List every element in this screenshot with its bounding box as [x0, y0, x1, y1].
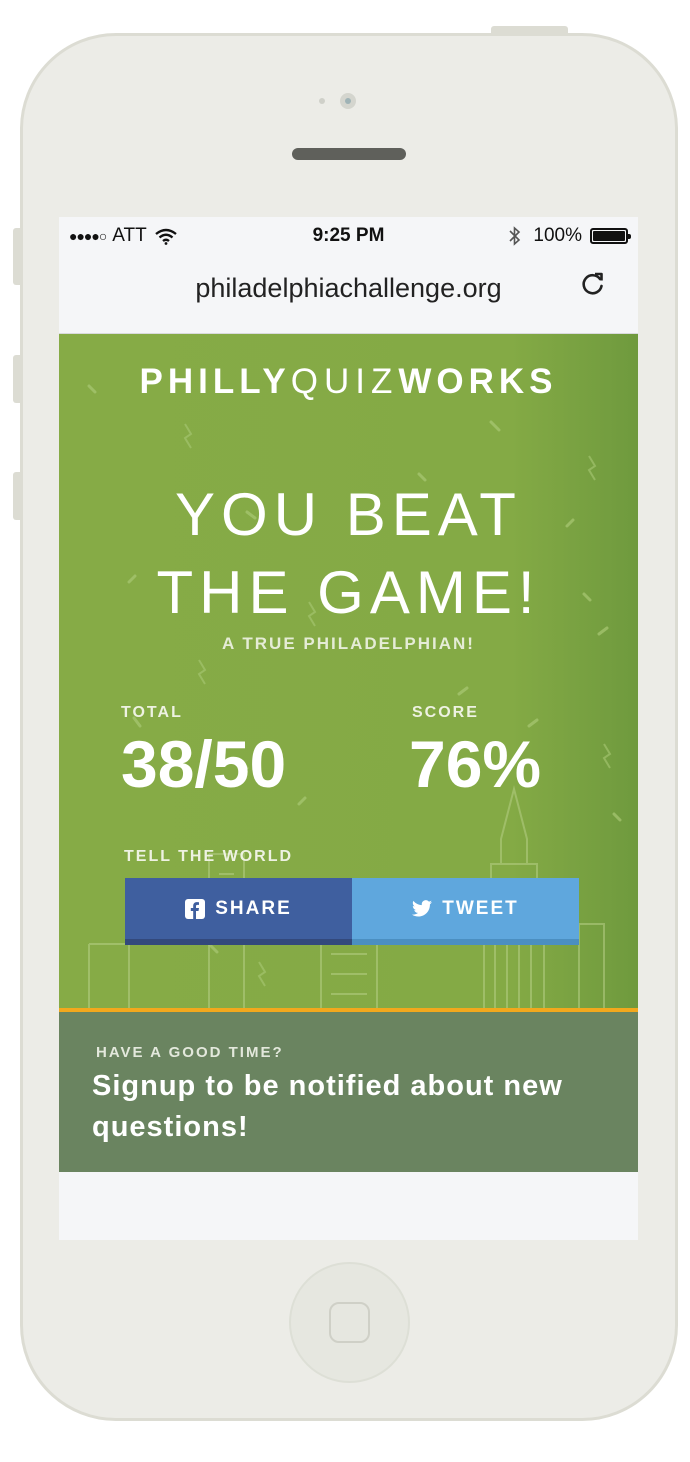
- share-label: SHARE: [215, 897, 292, 919]
- logo-quiz: QUIZ: [290, 362, 399, 401]
- url-text[interactable]: philadelphiachallenge.org: [59, 273, 638, 304]
- total-value: 38/50: [121, 727, 287, 801]
- signup-kicker: HAVE A GOOD TIME?: [96, 1044, 284, 1061]
- score-value: 76%: [409, 727, 542, 801]
- browser-address-bar[interactable]: philadelphiachallenge.org: [59, 255, 638, 334]
- tell-the-world-label: TELL THE WORLD: [124, 848, 294, 865]
- battery-percent: 100%: [533, 225, 582, 246]
- proximity-sensor: [319, 98, 325, 104]
- bluetooth-icon: [509, 226, 521, 246]
- reload-icon[interactable]: [580, 271, 606, 297]
- headline-line-2: THE GAME!: [156, 559, 541, 626]
- power-button: [491, 26, 568, 35]
- total-label: TOTAL: [121, 704, 183, 721]
- battery-level: [593, 231, 625, 241]
- home-button[interactable]: [289, 1262, 410, 1383]
- tweet-label: TWEET: [442, 897, 519, 919]
- signup-link-text[interactable]: Signup to be notified about new question…: [92, 1066, 612, 1148]
- front-camera: [340, 93, 356, 109]
- result-headline: YOU BEAT THE GAME!: [59, 476, 638, 632]
- signup-banner[interactable]: HAVE A GOOD TIME? Signup to be notified …: [59, 1012, 638, 1172]
- logo-works: WORKS: [398, 362, 558, 401]
- facebook-share-button[interactable]: SHARE: [125, 878, 352, 945]
- volume-down-button: [13, 472, 22, 520]
- result-subtitle: A TRUE PHILADELPHIAN!: [222, 634, 475, 653]
- twitter-tweet-button[interactable]: TWEET: [352, 878, 579, 945]
- results-panel: PHILLYQUIZWORKS YOU BEAT THE GAME! A TRU…: [59, 334, 638, 1010]
- earpiece-speaker: [292, 148, 406, 160]
- status-bar: ●●●●○ ATT 9:25 PM 100%: [59, 217, 638, 255]
- headline-line-1: YOU BEAT: [175, 481, 522, 548]
- page-footer: [59, 1172, 638, 1240]
- score-label: SCORE: [412, 704, 479, 721]
- status-right: 100%: [509, 225, 631, 247]
- volume-up-button: [13, 355, 22, 403]
- twitter-icon: [412, 900, 433, 917]
- logo-philly: PHILLY: [139, 362, 291, 401]
- site-logo[interactable]: PHILLYQUIZWORKS: [59, 362, 638, 402]
- phone-screen: ●●●●○ ATT 9:25 PM 100% philadelphiachall…: [59, 217, 638, 1240]
- battery-icon: [590, 228, 631, 244]
- facebook-icon: [185, 898, 206, 919]
- home-button-square-icon: [329, 1302, 370, 1343]
- mute-switch: [13, 228, 22, 285]
